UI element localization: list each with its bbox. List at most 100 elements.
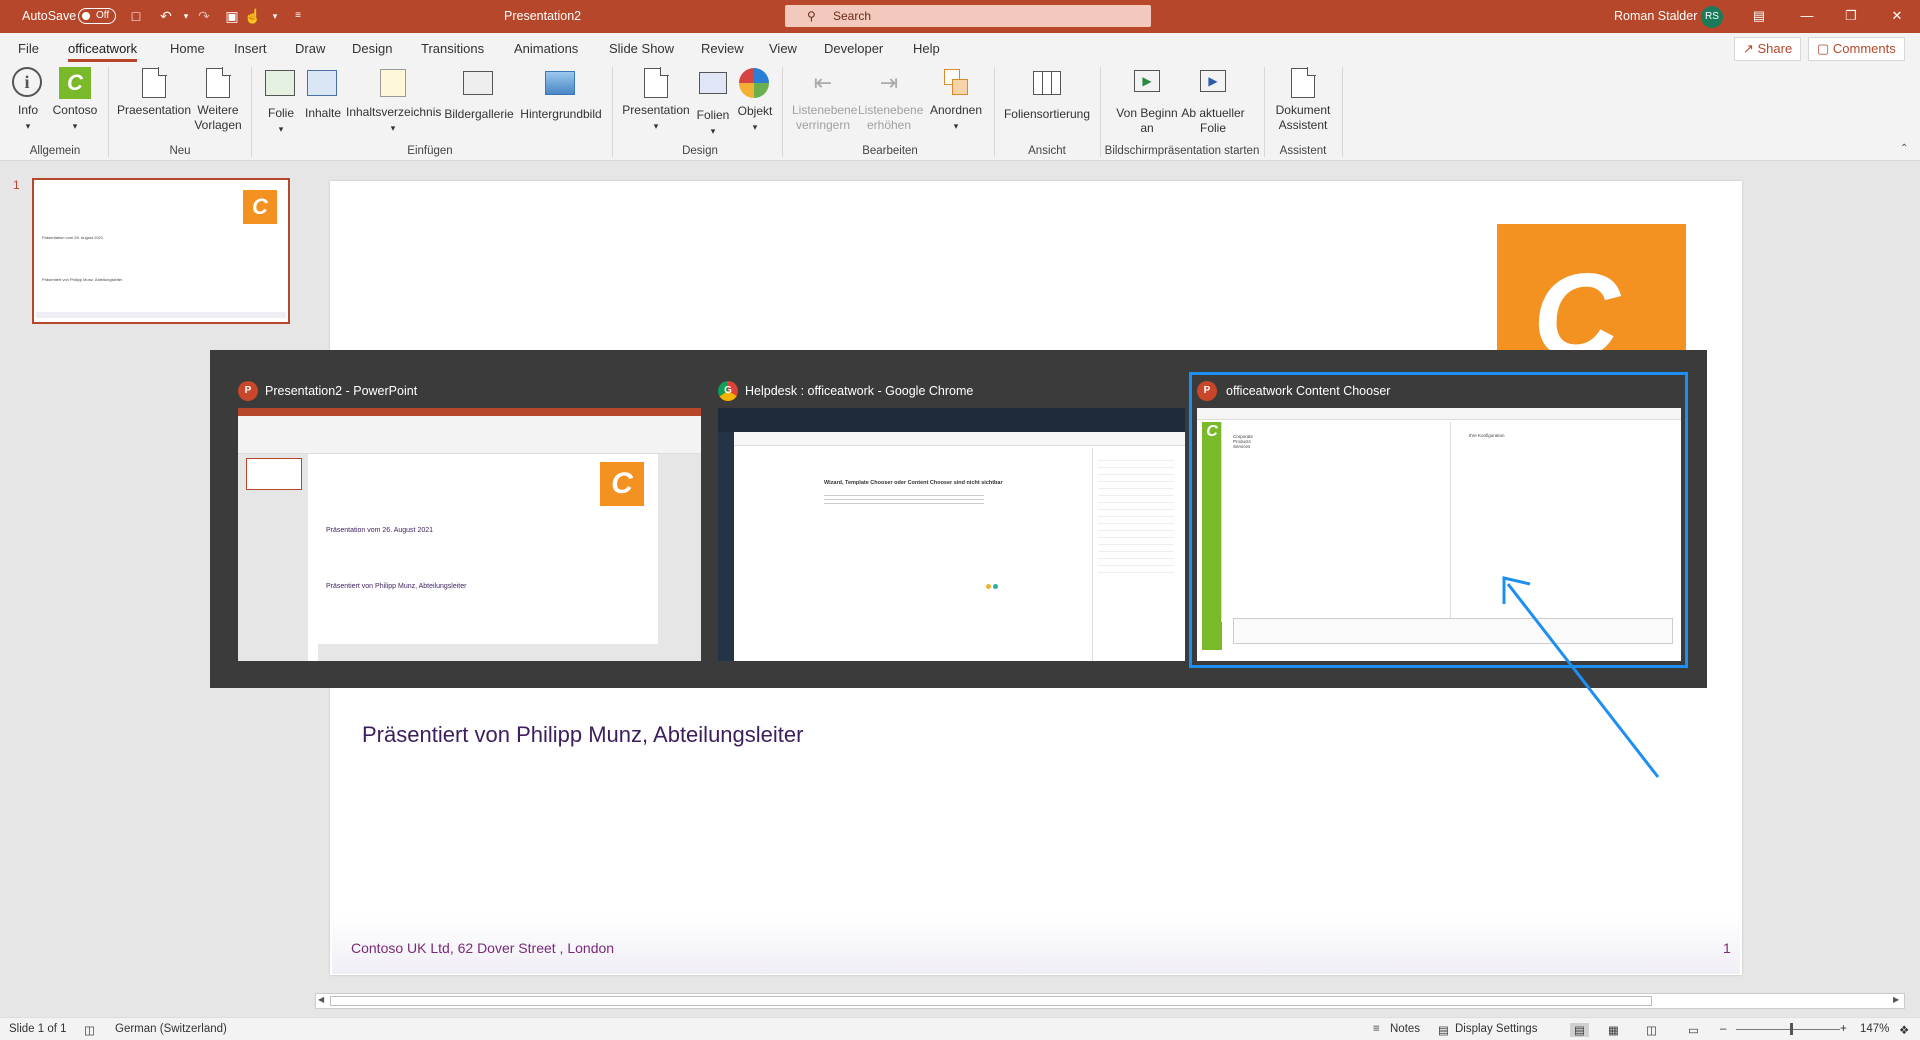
tab-review[interactable]: Review — [701, 41, 744, 56]
contoso-button[interactable]: C Contoso ▾ — [52, 67, 98, 134]
decrease-indent-icon: ⇤ — [813, 70, 833, 95]
inhaltsverzeichnis-button[interactable]: Inhaltsverzeichnis ▾ — [346, 67, 441, 136]
notes-button[interactable]: Notes — [1390, 1023, 1420, 1035]
increase-indent-icon: ⇥ — [879, 70, 899, 95]
folien-button[interactable]: Folien ▾ — [694, 67, 732, 139]
language-status[interactable]: German (Switzerland) — [115, 1023, 227, 1035]
zoom-out-icon[interactable]: – — [1720, 1023, 1726, 1035]
present-icon[interactable]: ▣ — [224, 8, 240, 24]
window-title-powerpoint: Presentation2 - PowerPoint — [265, 384, 418, 398]
restore-icon[interactable]: ❐ — [1836, 6, 1866, 26]
hintergrundbild-button[interactable]: Hintergrundbild — [516, 67, 606, 122]
group-separator — [108, 67, 109, 157]
slide-presenter-text[interactable]: Präsentiert von Philipp Munz, Abteilungs… — [362, 722, 803, 748]
touch-mode-icon[interactable]: ☝ — [244, 8, 261, 24]
accessibility-icon[interactable]: ◫ — [84, 1023, 95, 1037]
group-label-design: Design — [682, 145, 718, 157]
content-icon — [307, 70, 339, 102]
slides-icon — [697, 72, 729, 104]
zoom-level[interactable]: 147% — [1860, 1023, 1889, 1035]
slide-thumbnail[interactable]: C Präsentation vom 26. August 2021 Präse… — [32, 178, 290, 324]
window-title-chrome: Helpdesk : officeatwork - Google Chrome — [745, 384, 974, 398]
praesentation-button[interactable]: Praesentation — [116, 67, 192, 118]
zoom-slider[interactable] — [1736, 1029, 1840, 1030]
reading-view-icon[interactable]: ◫ — [1646, 1023, 1657, 1037]
tab-animations[interactable]: Animations — [514, 41, 578, 56]
display-settings-icon[interactable]: ▤ — [1438, 1023, 1449, 1037]
tab-help[interactable]: Help — [913, 41, 940, 56]
display-settings-button[interactable]: Display Settings — [1455, 1023, 1537, 1035]
contoso-logo-icon: C — [59, 67, 91, 99]
presentation-design-button[interactable]: Presentation ▾ — [620, 67, 692, 134]
preview-chrome-heading: Wizard, Template Chooser oder Content Ch… — [824, 480, 1003, 486]
undo-icon[interactable]: ↶ — [158, 8, 174, 24]
slideshow-view-icon[interactable]: ▭ — [1688, 1023, 1699, 1037]
slide-sorter-view-icon[interactable]: ▦ — [1608, 1023, 1619, 1037]
thumbnail-title: Präsentation vom 26. August 2021 — [42, 235, 104, 240]
tab-slide-show[interactable]: Slide Show — [609, 41, 674, 56]
folie-button[interactable]: Folie ▾ — [262, 67, 300, 137]
weitere-vorlagen-button[interactable]: Weitere Vorlagen — [192, 67, 244, 133]
bildergallerie-button[interactable]: Bildergallerie — [442, 67, 516, 122]
scrollbar-thumb[interactable] — [330, 996, 1652, 1006]
search-icon: ⚲ — [807, 9, 816, 23]
window-preview-chrome[interactable]: Wizard, Template Chooser oder Content Ch… — [718, 408, 1185, 661]
minimize-icon[interactable]: — — [1792, 6, 1822, 26]
ribbon-display-icon[interactable]: ▤ — [1744, 6, 1774, 26]
dokument-assistent-button[interactable]: Dokument Assistent — [1272, 67, 1334, 133]
tab-officeatwork[interactable]: officeatwork — [68, 41, 138, 62]
fit-to-window-icon[interactable]: ❖ — [1899, 1023, 1909, 1037]
tab-developer[interactable]: Developer — [824, 41, 883, 56]
save-icon[interactable]: □ — [128, 8, 144, 24]
window-preview-powerpoint[interactable]: C Präsentation vom 26. August 2021 Präse… — [238, 408, 701, 661]
thumbnail-presenter: Präsentiert von Philipp Munz, Abteilungs… — [42, 277, 123, 282]
preview-browser-bar — [718, 408, 1185, 432]
avatar[interactable]: RS — [1701, 6, 1723, 28]
info-button[interactable]: i Info ▾ — [12, 67, 44, 134]
document-title: Presentation2 — [504, 9, 582, 23]
redo-icon[interactable]: ↷ — [196, 8, 212, 24]
tab-view[interactable]: View — [769, 41, 797, 56]
tab-insert[interactable]: Insert — [234, 41, 267, 56]
autosave-toggle[interactable]: Off — [78, 8, 116, 24]
notes-icon[interactable]: ≡ — [1373, 1023, 1380, 1035]
tab-file[interactable]: File — [18, 41, 39, 56]
scroll-left-icon[interactable]: ◀ — [318, 995, 324, 1004]
normal-view-icon[interactable]: ▤ — [1570, 1023, 1589, 1037]
collapse-ribbon-icon[interactable]: ⌃ — [1900, 143, 1908, 154]
zoom-slider-handle[interactable] — [1790, 1023, 1793, 1035]
comments-button[interactable]: ▢ Comments — [1808, 37, 1905, 61]
ab-aktueller-folie-button[interactable]: ▶ Ab aktueller Folie — [1178, 67, 1248, 136]
autosave-label: AutoSave — [22, 9, 77, 23]
slide-footer-text[interactable]: Contoso UK Ltd, 62 Dover Street , London — [351, 940, 614, 956]
tab-home[interactable]: Home — [170, 41, 205, 56]
close-icon[interactable]: ✕ — [1882, 6, 1912, 26]
listenebene-verringern-button[interactable]: ⇤ Listenebene verringern — [792, 67, 857, 133]
share-button[interactable]: ↗ Share — [1734, 37, 1802, 61]
user-name: Roman Stalder — [1614, 9, 1698, 23]
tab-transitions[interactable]: Transitions — [421, 41, 484, 56]
zoom-in-icon[interactable]: + — [1840, 1023, 1847, 1035]
undo-dropdown-icon[interactable]: ▾ — [178, 8, 194, 24]
search-box[interactable]: ⚲ Search — [785, 5, 1151, 27]
search-placeholder: Search — [833, 9, 872, 23]
customize-toolbar-icon[interactable]: ≡ — [290, 8, 306, 24]
tab-draw[interactable]: Draw — [295, 41, 325, 56]
von-beginn-an-button[interactable]: ▶ Von Beginn an — [1114, 67, 1180, 136]
slide-count: Slide 1 of 1 — [9, 1023, 67, 1035]
anordnen-button[interactable]: Anordnen ▾ — [926, 67, 986, 134]
group-separator — [251, 67, 252, 157]
scroll-right-icon[interactable]: ▶ — [1893, 995, 1899, 1004]
object-icon — [739, 68, 771, 100]
foliensortierung-button[interactable]: Foliensortierung — [1000, 67, 1094, 122]
group-separator — [994, 67, 995, 157]
slide-sorter-icon — [1031, 71, 1063, 103]
inhalte-button[interactable]: Inhalte — [302, 67, 344, 121]
tab-design[interactable]: Design — [352, 41, 392, 56]
slide-page-number: 1 — [1723, 940, 1731, 956]
dropdown-icon[interactable]: ▾ — [267, 8, 283, 24]
group-label-allgemein: Allgemein — [29, 145, 81, 157]
listenebene-erhoehen-button[interactable]: ⇥ Listenebene erhöhen — [858, 67, 923, 133]
objekt-button[interactable]: Objekt ▾ — [734, 67, 776, 135]
preview-ppt-line2: Präsentiert von Philipp Munz, Abteilungs… — [326, 583, 467, 590]
